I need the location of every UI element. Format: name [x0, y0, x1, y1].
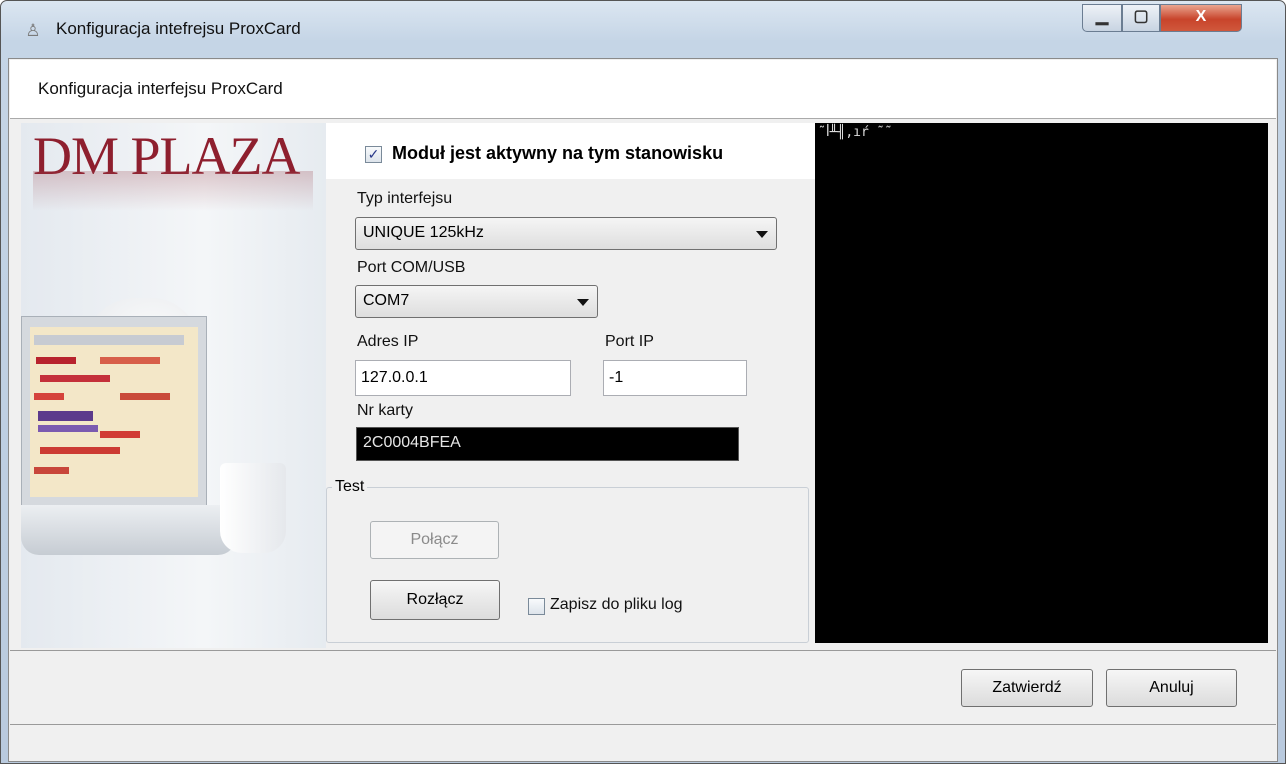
- mug-illustration: [220, 463, 286, 553]
- card-number-label: Nr karty: [357, 402, 413, 419]
- page-title: Konfiguracja interfejsu ProxCard: [38, 79, 283, 98]
- port-select[interactable]: COM7: [355, 285, 598, 318]
- ip-address-value: 127.0.0.1: [361, 369, 428, 386]
- ip-port-label: Port IP: [605, 333, 654, 350]
- cancel-button[interactable]: Anuluj: [1106, 669, 1237, 707]
- ip-address-field[interactable]: 127.0.0.1: [355, 360, 571, 396]
- maximize-button[interactable]: ▢: [1122, 4, 1160, 32]
- confirm-button[interactable]: Zatwierdź: [961, 669, 1093, 707]
- interface-type-value: UNIQUE 125kHz: [363, 224, 484, 241]
- interface-type-select[interactable]: UNIQUE 125kHz: [355, 217, 777, 250]
- card-number-value: 2C0004BFEA: [363, 434, 461, 451]
- card-reader-output[interactable]: [815, 123, 1268, 643]
- chevron-down-icon: [577, 299, 589, 306]
- branding-image: DM PLAZA: [21, 123, 326, 648]
- status-bar: [10, 724, 1276, 761]
- module-active-label: Moduł jest aktywny na tym stanowisku: [392, 143, 724, 163]
- card-reader-icon: ♙: [25, 21, 41, 40]
- logo-reflection: [33, 171, 313, 211]
- window-controls: ▁ ▢ X: [1082, 4, 1270, 34]
- ip-port-value: -1: [609, 369, 624, 386]
- ip-address-label: Adres IP: [357, 333, 419, 350]
- terminal-text: ˜ꟾ╨╢,ıŕ ˜˜: [818, 125, 893, 140]
- module-active-checkbox[interactable]: ✓: [365, 146, 382, 163]
- port-label: Port COM/USB: [357, 259, 466, 276]
- ip-port-field[interactable]: -1: [603, 360, 747, 396]
- close-button[interactable]: X: [1160, 4, 1242, 32]
- title-bar[interactable]: ♙ Konfiguracja intefrejsu ProxCard ▁ ▢ X: [0, 0, 1284, 58]
- chevron-down-icon: [756, 231, 768, 238]
- laptop-base: [21, 505, 236, 555]
- test-group-label: Test: [332, 478, 368, 496]
- disconnect-button[interactable]: Rozłącz: [370, 580, 500, 620]
- port-value: COM7: [363, 292, 410, 309]
- connect-button[interactable]: Połącz: [370, 521, 499, 559]
- laptop-screen: [30, 327, 198, 497]
- save-log-checkbox[interactable]: [528, 598, 545, 615]
- interface-type-label: Typ interfejsu: [357, 190, 453, 207]
- save-log-label: Zapisz do pliku log: [550, 596, 683, 613]
- minimize-button[interactable]: ▁: [1082, 4, 1122, 32]
- window-title: Konfiguracja intefrejsu ProxCard: [56, 19, 301, 38]
